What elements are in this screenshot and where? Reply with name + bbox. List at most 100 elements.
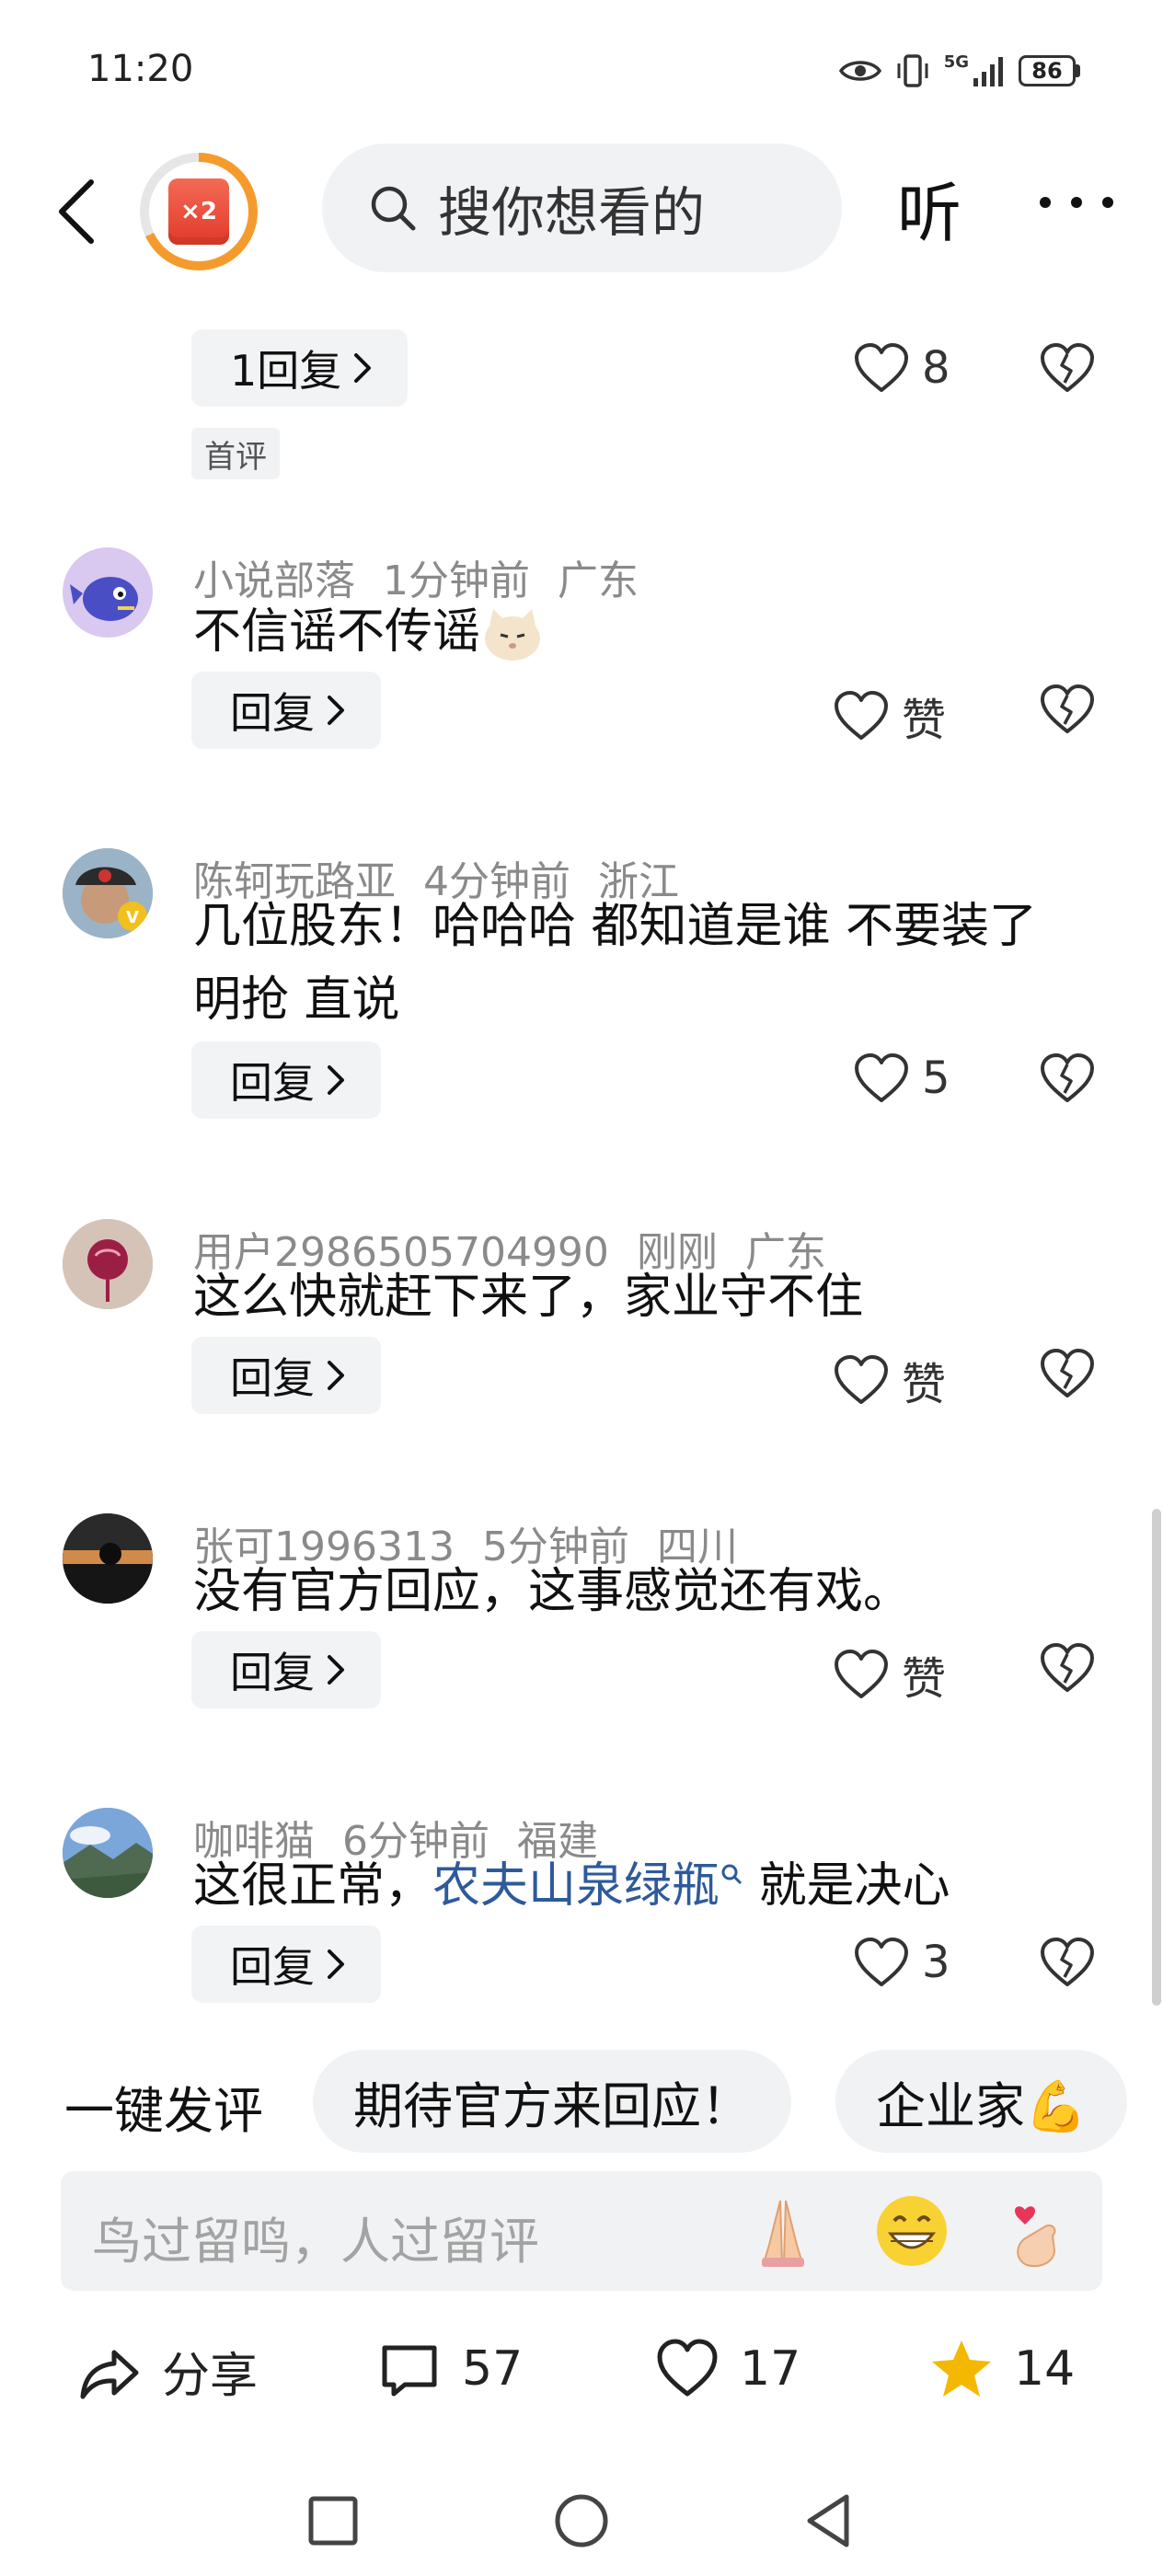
cat-emoji-icon bbox=[480, 607, 545, 662]
comment-icon bbox=[382, 2345, 437, 2397]
reply-button[interactable]: 回复 bbox=[191, 1337, 381, 1414]
like-button[interactable]: 5 bbox=[854, 1052, 950, 1104]
comment-text: 不信谣不传谣 bbox=[193, 595, 1089, 669]
search-placeholder: 搜你想看的 bbox=[438, 181, 706, 244]
reward-badge[interactable]: ×2 bbox=[140, 153, 258, 270]
action-bar: 分享 57 17 14 bbox=[0, 2318, 1163, 2429]
reply-button[interactable]: 回复 bbox=[191, 672, 381, 749]
reply-button[interactable]: 1回复 bbox=[191, 329, 409, 407]
comment-input[interactable]: 鸟过留鸣，人过留评 bbox=[61, 2171, 1102, 2291]
broken-heart-icon[interactable] bbox=[1040, 1348, 1095, 1399]
heart-icon bbox=[855, 1938, 908, 1986]
chevron-right-icon bbox=[354, 353, 372, 383]
favorite-button[interactable]: 14 bbox=[929, 2337, 1075, 2401]
search-icon bbox=[371, 186, 416, 231]
status-icons: 5G 86 bbox=[838, 48, 1080, 94]
reply-button[interactable]: 回复 bbox=[191, 1926, 381, 2003]
comment-list: 1回复 8 首评 小说部落 1分钟前 广东 不信谣不传谣 回复 赞 V 陈轲玩路… bbox=[0, 276, 1163, 2024]
broken-heart-icon[interactable] bbox=[1040, 1642, 1095, 1694]
heart-icon bbox=[855, 1053, 908, 1102]
like-label: 5 bbox=[922, 1052, 950, 1104]
comment-text: 这么快就赶下来了，家业守不住 bbox=[193, 1270, 864, 1325]
heart-icon bbox=[835, 1355, 888, 1404]
reply-label: 回复 bbox=[230, 1353, 315, 1403]
avatar[interactable] bbox=[63, 547, 153, 638]
eye-icon bbox=[838, 61, 881, 81]
share-icon bbox=[80, 2350, 139, 2398]
broken-heart-icon[interactable] bbox=[1040, 684, 1095, 735]
system-nav-bar bbox=[0, 2466, 1163, 2576]
heart-icon bbox=[855, 343, 908, 392]
status-bar: 11:20 5G 86 bbox=[0, 0, 1163, 138]
signal-icon: 5G bbox=[944, 54, 1006, 87]
recent-apps-icon[interactable] bbox=[296, 2484, 370, 2558]
avatar[interactable] bbox=[63, 1219, 153, 1309]
reply-label: 回复 bbox=[230, 1648, 315, 1697]
heart-icon bbox=[835, 691, 888, 740]
chevron-right-icon bbox=[328, 1949, 344, 1979]
heart-icon bbox=[835, 1650, 888, 1698]
like-button[interactable]: 8 bbox=[854, 342, 950, 394]
home-icon[interactable] bbox=[545, 2484, 618, 2558]
chevron-right-icon bbox=[328, 1361, 344, 1390]
quick-comment-chip[interactable]: 企业家💪 bbox=[835, 2050, 1128, 2153]
avatar[interactable] bbox=[63, 1808, 153, 1898]
back-icon[interactable] bbox=[51, 175, 106, 248]
avatar[interactable] bbox=[63, 1513, 153, 1604]
like-button[interactable]: 赞 bbox=[834, 684, 946, 748]
avatar[interactable]: V bbox=[63, 848, 153, 938]
first-comment-tag: 首评 bbox=[191, 428, 280, 479]
input-placeholder: 鸟过留鸣，人过留评 bbox=[92, 2213, 539, 2271]
like-count: 8 bbox=[922, 342, 950, 394]
reward-multiplier: ×2 bbox=[180, 198, 217, 225]
comment-button[interactable]: 57 bbox=[377, 2337, 523, 2401]
top-nav: ×2 搜你想看的 听 bbox=[0, 138, 1163, 276]
star-icon bbox=[932, 2340, 991, 2397]
battery-level: 86 bbox=[1031, 58, 1063, 84]
status-time: 11:20 bbox=[87, 48, 194, 90]
like-button[interactable]: 赞 bbox=[834, 1348, 946, 1412]
search-link[interactable]: 农夫山泉绿瓶 bbox=[432, 1858, 720, 1914]
heart-icon bbox=[657, 2339, 718, 2397]
search-small-icon bbox=[721, 1864, 743, 1885]
search-box[interactable]: 搜你想看的 bbox=[322, 144, 842, 272]
chevron-right-icon bbox=[328, 1065, 344, 1095]
comment-text: 没有官方回应，这事感觉还有戏。 bbox=[193, 1564, 912, 1619]
back-nav-icon[interactable] bbox=[793, 2484, 867, 2558]
like-button[interactable]: 赞 bbox=[834, 1642, 946, 1707]
battery-icon: 86 bbox=[1019, 55, 1080, 86]
reply-label: 1回复 bbox=[230, 346, 342, 396]
favorite-count: 14 bbox=[1014, 2341, 1076, 2397]
comment-count: 57 bbox=[462, 2341, 524, 2397]
like-button[interactable]: 3 bbox=[854, 1937, 950, 1988]
reply-label: 回复 bbox=[230, 688, 315, 738]
listen-button[interactable]: 听 bbox=[897, 162, 961, 255]
like-label: 赞 bbox=[902, 1653, 947, 1705]
comment-text: 几位股东！哈哈哈 都知道是谁 不要装了 明抢 直说 bbox=[193, 899, 1038, 1028]
quick-comment-label: 一键发评 bbox=[64, 2082, 263, 2140]
reply-button[interactable]: 回复 bbox=[191, 1631, 381, 1708]
share-button[interactable]: 分享 bbox=[77, 2337, 258, 2406]
chevron-right-icon bbox=[328, 696, 344, 725]
broken-heart-icon[interactable] bbox=[1040, 1052, 1095, 1104]
post-like-count: 17 bbox=[740, 2341, 801, 2397]
reply-label: 回复 bbox=[230, 1942, 315, 1992]
like-label: 赞 bbox=[902, 1359, 947, 1410]
more-options-icon[interactable] bbox=[1040, 175, 1113, 230]
vibrate-icon bbox=[897, 54, 928, 87]
like-post-button[interactable]: 17 bbox=[655, 2337, 800, 2401]
share-label: 分享 bbox=[162, 2349, 259, 2404]
pray-emoji-icon[interactable] bbox=[742, 2190, 824, 2272]
grin-emoji-icon[interactable] bbox=[870, 2190, 953, 2272]
reply-label: 回复 bbox=[230, 1058, 315, 1108]
finger-heart-emoji-icon[interactable] bbox=[999, 2190, 1082, 2272]
quick-comment-chip[interactable]: 期待官方来回应！ bbox=[313, 2050, 791, 2153]
comment-text: 这很正常，农夫山泉绿瓶 就是决心 bbox=[193, 1858, 950, 1914]
broken-heart-icon[interactable] bbox=[1040, 342, 1095, 394]
scrollbar[interactable] bbox=[1152, 1509, 1161, 2006]
reply-button[interactable]: 回复 bbox=[191, 1041, 381, 1119]
red-envelope-icon: ×2 bbox=[168, 178, 229, 245]
svg-text:V: V bbox=[126, 908, 139, 927]
broken-heart-icon[interactable] bbox=[1040, 1937, 1095, 1988]
like-label: 3 bbox=[922, 1937, 950, 1988]
